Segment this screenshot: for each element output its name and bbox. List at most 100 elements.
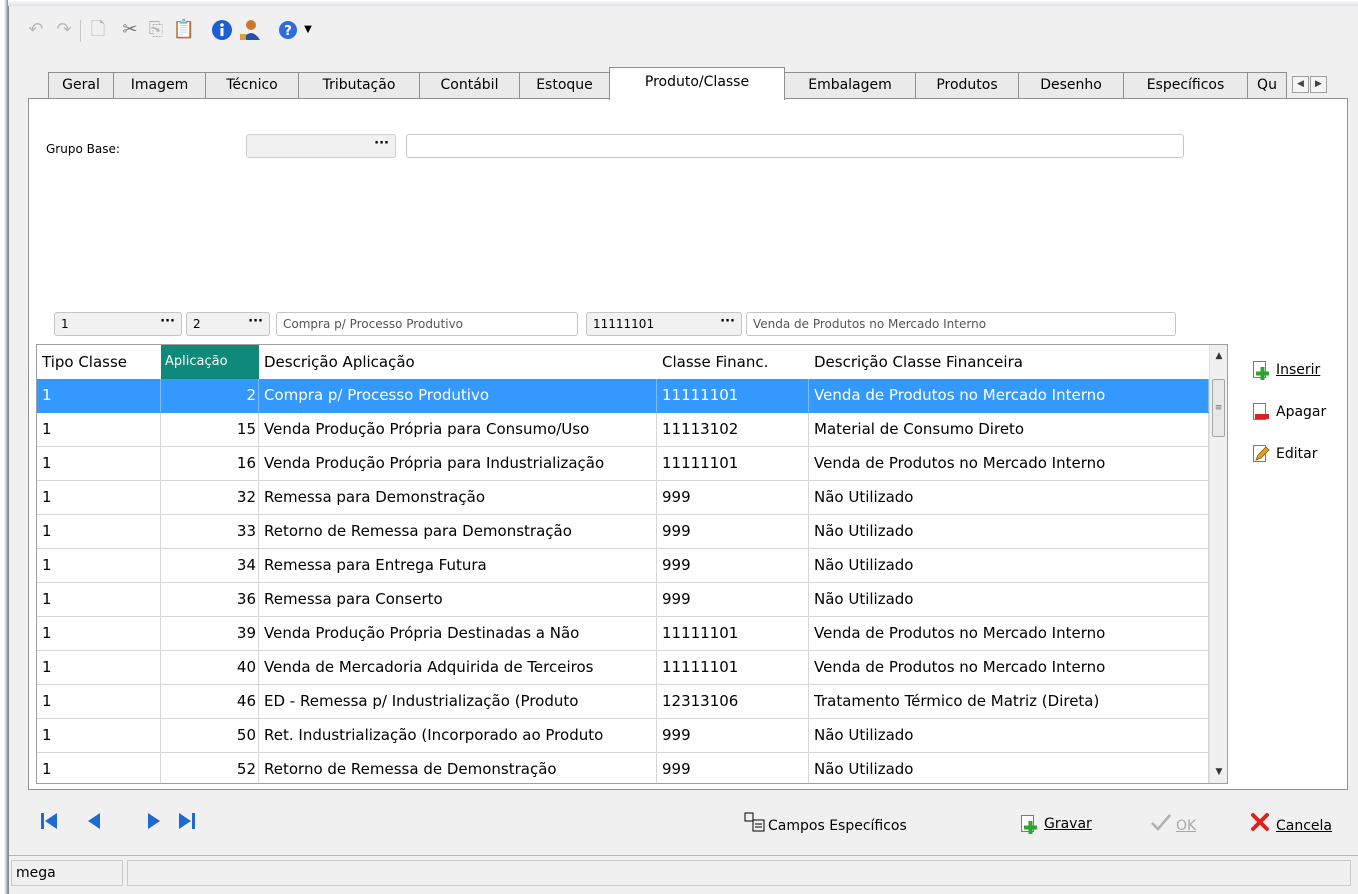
cell-tipo-classe[interactable]: 1 <box>37 515 161 548</box>
cell-tipo-classe[interactable]: 1 <box>37 753 161 783</box>
cell-classe-financ[interactable]: 999 <box>657 549 809 582</box>
tab-scroll-right-button[interactable]: ▶ <box>1310 76 1327 93</box>
table-row[interactable]: 1 32 Remessa para Demonstração 999 Não Utili… <box>37 481 1209 515</box>
gravar-button[interactable]: Gravar <box>1018 812 1092 836</box>
cell-aplicacao[interactable]: 36 <box>161 583 259 616</box>
cell-classe-financ[interactable]: 11111101 <box>657 447 809 480</box>
last-record-icon[interactable] <box>176 810 196 837</box>
info-icon[interactable] <box>210 18 234 42</box>
inserir-button[interactable]: Inserir <box>1250 356 1320 384</box>
cell-descricao-aplicacao[interactable]: Venda Produção Própria para Industrializ… <box>259 447 657 480</box>
cell-classe-financ[interactable]: 999 <box>657 515 809 548</box>
column-header-aplicacao[interactable]: Aplicação <box>161 345 259 379</box>
apagar-button[interactable]: Apagar <box>1250 398 1326 426</box>
table-row[interactable]: 1 34 Remessa para Entrega Futura 999 Não Uti… <box>37 549 1209 583</box>
grupo-base-lookup-button[interactable]: ··· <box>374 135 389 155</box>
redo-icon[interactable]: ↷ <box>52 18 76 42</box>
cell-tipo-classe[interactable]: 1 <box>37 583 161 616</box>
cell-tipo-classe[interactable]: 1 <box>37 413 161 446</box>
cell-descricao-classe[interactable]: Venda de Produtos no Mercado Interno <box>809 447 1209 480</box>
cell-tipo-classe[interactable]: 1 <box>37 379 161 412</box>
cell-classe-financ[interactable]: 11111101 <box>657 379 809 412</box>
cancela-button[interactable]: Cancela <box>1250 812 1332 840</box>
table-row[interactable]: 1 2 Compra p/ Processo Produtivo 11111101 Ve… <box>37 379 1209 413</box>
cell-classe-financ[interactable]: 12313106 <box>657 685 809 718</box>
cell-descricao-aplicacao[interactable]: Venda Produção Própria Destinadas a Não <box>259 617 657 650</box>
copy-icon[interactable]: ⎘ <box>144 18 168 42</box>
tab-estoque[interactable]: Estoque <box>519 72 610 98</box>
cell-descricao-classe[interactable]: Não Utilizado <box>809 583 1209 616</box>
cell-descricao-classe[interactable]: Venda de Produtos no Mercado Interno <box>809 651 1209 684</box>
cell-descricao-classe[interactable]: Não Utilizado <box>809 515 1209 548</box>
cell-descricao-classe[interactable]: Não Utilizado <box>809 719 1209 752</box>
cell-tipo-classe[interactable]: 1 <box>37 651 161 684</box>
cell-descricao-classe[interactable]: Não Utilizado <box>809 549 1209 582</box>
tab-geral[interactable]: Geral <box>48 72 114 98</box>
cell-descricao-aplicacao[interactable]: Remessa para Entrega Futura <box>259 549 657 582</box>
cell-tipo-classe[interactable]: 1 <box>37 549 161 582</box>
cell-classe-financ[interactable]: 999 <box>657 481 809 514</box>
cell-descricao-aplicacao[interactable]: Retorno de Remessa de Demonstração <box>259 753 657 783</box>
table-row[interactable]: 1 46 ED - Remessa p/ Industrialização (Pro… <box>37 685 1209 719</box>
table-row[interactable]: 1 39 Venda Produção Própria Destinadas a N… <box>37 617 1209 651</box>
cell-classe-financ[interactable]: 11113102 <box>657 413 809 446</box>
column-header-descricao-classe[interactable]: Descrição Classe Financeira <box>809 345 1209 379</box>
cell-descricao-aplicacao[interactable]: ED - Remessa p/ Industrialização (Produt… <box>259 685 657 718</box>
ok-button[interactable]: OK <box>1150 812 1196 840</box>
first-record-icon[interactable] <box>40 810 60 837</box>
cell-tipo-classe[interactable]: 1 <box>37 617 161 650</box>
tab-produto-classe[interactable]: Produto/Classe <box>609 67 785 100</box>
cell-tipo-classe[interactable]: 1 <box>37 447 161 480</box>
classe-financ-lookup-button[interactable]: ··· <box>720 313 735 333</box>
cell-classe-financ[interactable]: 999 <box>657 719 809 752</box>
aplicacao-field[interactable]: 2 ··· <box>186 312 270 336</box>
cell-descricao-aplicacao[interactable]: Remessa para Conserto <box>259 583 657 616</box>
cell-aplicacao[interactable]: 40 <box>161 651 259 684</box>
column-header-tipo-classe[interactable]: Tipo Classe <box>37 345 161 379</box>
tab-imagem[interactable]: Imagem <box>113 72 206 98</box>
tipo-classe-field[interactable]: 1 ··· <box>54 312 182 336</box>
cell-tipo-classe[interactable]: 1 <box>37 719 161 752</box>
grupo-base-code-field[interactable]: ··· <box>246 134 396 158</box>
table-row[interactable]: 1 16 Venda Produção Própria para Industria… <box>37 447 1209 481</box>
cell-descricao-classe[interactable]: Não Utilizado <box>809 753 1209 783</box>
previous-record-icon[interactable] <box>86 810 102 837</box>
cell-classe-financ[interactable]: 11111101 <box>657 651 809 684</box>
cell-tipo-classe[interactable]: 1 <box>37 685 161 718</box>
table-row[interactable]: 1 15 Venda Produção Própria para Consumo/U… <box>37 413 1209 447</box>
new-icon[interactable]: 🗋 <box>86 18 110 42</box>
classe-financ-field[interactable]: 11111101 ··· <box>586 312 742 336</box>
cell-descricao-aplicacao[interactable]: Remessa para Demonstração <box>259 481 657 514</box>
classe-description-field[interactable]: Venda de Produtos no Mercado Interno <box>746 312 1176 336</box>
user-icon[interactable] <box>238 18 262 42</box>
grupo-base-description-field[interactable] <box>406 134 1184 158</box>
aplicacao-lookup-button[interactable]: ··· <box>248 313 263 333</box>
column-header-classe-financ[interactable]: Classe Financ. <box>657 345 809 379</box>
cell-descricao-aplicacao[interactable]: Retorno de Remessa para Demonstração <box>259 515 657 548</box>
table-row[interactable]: 1 33 Retorno de Remessa para Demonstração 9… <box>37 515 1209 549</box>
cell-aplicacao[interactable]: 39 <box>161 617 259 650</box>
cell-classe-financ[interactable]: 11111101 <box>657 617 809 650</box>
cell-tipo-classe[interactable]: 1 <box>37 481 161 514</box>
tab-qu[interactable]: Qu <box>1247 72 1287 98</box>
cell-descricao-classe[interactable]: Venda de Produtos no Mercado Interno <box>809 379 1209 412</box>
editar-button[interactable]: Editar <box>1250 440 1317 468</box>
tab-embalagem[interactable]: Embalagem <box>784 72 916 98</box>
scroll-down-arrow-icon[interactable]: ▼ <box>1210 763 1227 781</box>
table-row[interactable]: 1 50 Ret. Industrialização (Incorporado ao… <box>37 719 1209 753</box>
tab-scroll-left-button[interactable]: ◀ <box>1292 76 1309 93</box>
tab-tributacao[interactable]: Tributação <box>298 72 420 98</box>
grid-vertical-scrollbar[interactable]: ▲ ≡ ▼ <box>1209 345 1227 783</box>
cell-descricao-aplicacao[interactable]: Ret. Industrialização (Incorporado ao Pr… <box>259 719 657 752</box>
table-row[interactable]: 1 40 Venda de Mercadoria Adquirida de Terc… <box>37 651 1209 685</box>
campos-especificos-button[interactable]: Campos Específicos <box>744 812 907 840</box>
next-record-icon[interactable] <box>146 810 162 837</box>
tab-produtos[interactable]: Produtos <box>915 72 1019 98</box>
cell-aplicacao[interactable]: 2 <box>161 379 259 412</box>
scrollbar-thumb[interactable]: ≡ <box>1212 379 1225 437</box>
classes-grid[interactable]: Tipo Classe Aplicação Descrição Aplicaçã… <box>36 344 1228 784</box>
cell-aplicacao[interactable]: 16 <box>161 447 259 480</box>
cell-descricao-classe[interactable]: Material de Consumo Direto <box>809 413 1209 446</box>
tab-desenho[interactable]: Desenho <box>1018 72 1124 98</box>
scroll-up-arrow-icon[interactable]: ▲ <box>1210 347 1227 365</box>
